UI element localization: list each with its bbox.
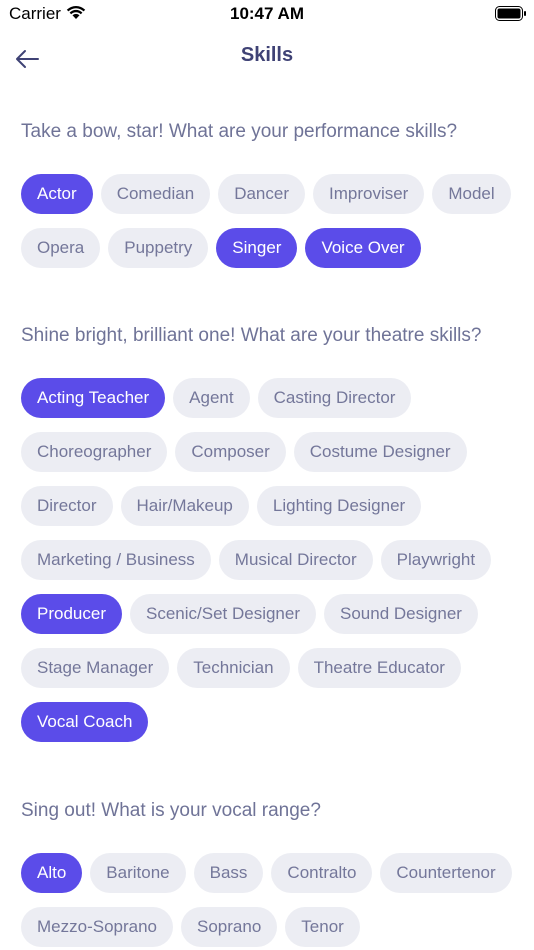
section-title: Shine bright, brilliant one! What are yo… xyxy=(21,325,482,346)
nav-bar: Skills xyxy=(0,36,534,80)
skill-chip-agent[interactable]: Agent xyxy=(173,378,250,418)
skill-chip-contralto[interactable]: Contralto xyxy=(271,853,373,893)
skill-chip-tenor[interactable]: Tenor xyxy=(285,907,360,947)
skill-chip-hair-makeup[interactable]: Hair/Makeup xyxy=(120,486,249,526)
skill-chip-model[interactable]: Model xyxy=(432,174,511,214)
skill-chip-casting-director[interactable]: Casting Director xyxy=(257,378,412,418)
skill-chip-producer[interactable]: Producer xyxy=(21,594,122,634)
skill-chip-voice-over[interactable]: Voice Over xyxy=(305,228,421,268)
skill-chip-theatre-educator[interactable]: Theatre Educator xyxy=(297,648,461,688)
skill-chip-stage-manager[interactable]: Stage Manager xyxy=(21,648,170,688)
battery-icon xyxy=(495,6,527,26)
page-title: Skills xyxy=(240,44,294,66)
section-title: Sing out! What is your vocal range? xyxy=(21,800,321,821)
skill-chip-vocal-coach[interactable]: Vocal Coach xyxy=(21,702,149,742)
skill-chip-actor[interactable]: Actor xyxy=(21,174,93,214)
chip-group: Acting Teacher Agent Casting Director Chore… xyxy=(21,378,521,742)
skill-chip-dancer[interactable]: Dancer xyxy=(218,174,305,214)
skill-chip-scenic-set-designer[interactable]: Scenic/Set Designer xyxy=(129,594,317,634)
skill-chip-marketing-business[interactable]: Marketing / Business xyxy=(21,540,211,580)
skill-chip-sound-designer[interactable]: Sound Designer xyxy=(324,594,478,634)
skill-chip-comedian[interactable]: Comedian xyxy=(100,174,211,214)
vocal-range-section: Sing out! What is your vocal range? Alto… xyxy=(21,799,521,947)
skill-chip-soprano[interactable]: Soprano xyxy=(181,907,278,947)
skill-chip-costume-designer[interactable]: Costume Designer xyxy=(293,432,467,472)
skill-chip-choreographer[interactable]: Choreographer xyxy=(21,432,168,472)
skill-chip-lighting-designer[interactable]: Lighting Designer xyxy=(256,486,422,526)
status-bar: Carrier 10:47 AM xyxy=(0,0,534,28)
skill-chip-musical-director[interactable]: Musical Director xyxy=(218,540,373,580)
skill-chip-technician[interactable]: Technician xyxy=(177,648,290,688)
skill-chip-director[interactable]: Director xyxy=(21,486,113,526)
skill-chip-baritone[interactable]: Baritone xyxy=(90,853,186,893)
performance-skills-section: Take a bow, star! What are your performa… xyxy=(21,120,521,268)
chip-group: Actor Comedian Dancer Improviser Model Opera P… xyxy=(21,174,521,268)
skill-chip-composer[interactable]: Composer xyxy=(175,432,286,472)
chip-group: Alto Baritone Bass Contralto Countertenor Mez… xyxy=(21,853,521,947)
section-title: Take a bow, star! What are your performa… xyxy=(21,121,458,142)
skill-chip-improviser[interactable]: Improviser xyxy=(313,174,425,214)
skill-chip-singer[interactable]: Singer xyxy=(216,228,298,268)
skill-chip-bass[interactable]: Bass xyxy=(193,853,264,893)
skill-chip-puppetry[interactable]: Puppetry xyxy=(108,228,209,268)
skill-chip-playwright[interactable]: Playwright xyxy=(380,540,492,580)
clock: 10:47 AM xyxy=(229,4,304,23)
theatre-skills-section: Shine bright, brilliant one! What are yo… xyxy=(21,324,521,742)
skill-chip-opera[interactable]: Opera xyxy=(21,228,101,268)
skill-chip-alto[interactable]: Alto xyxy=(21,853,83,893)
skill-chip-countertenor[interactable]: Countertenor xyxy=(380,853,512,893)
skill-chip-acting-teacher[interactable]: Acting Teacher xyxy=(21,378,166,418)
skill-chip-mezzo-soprano[interactable]: Mezzo-Soprano xyxy=(21,907,174,947)
